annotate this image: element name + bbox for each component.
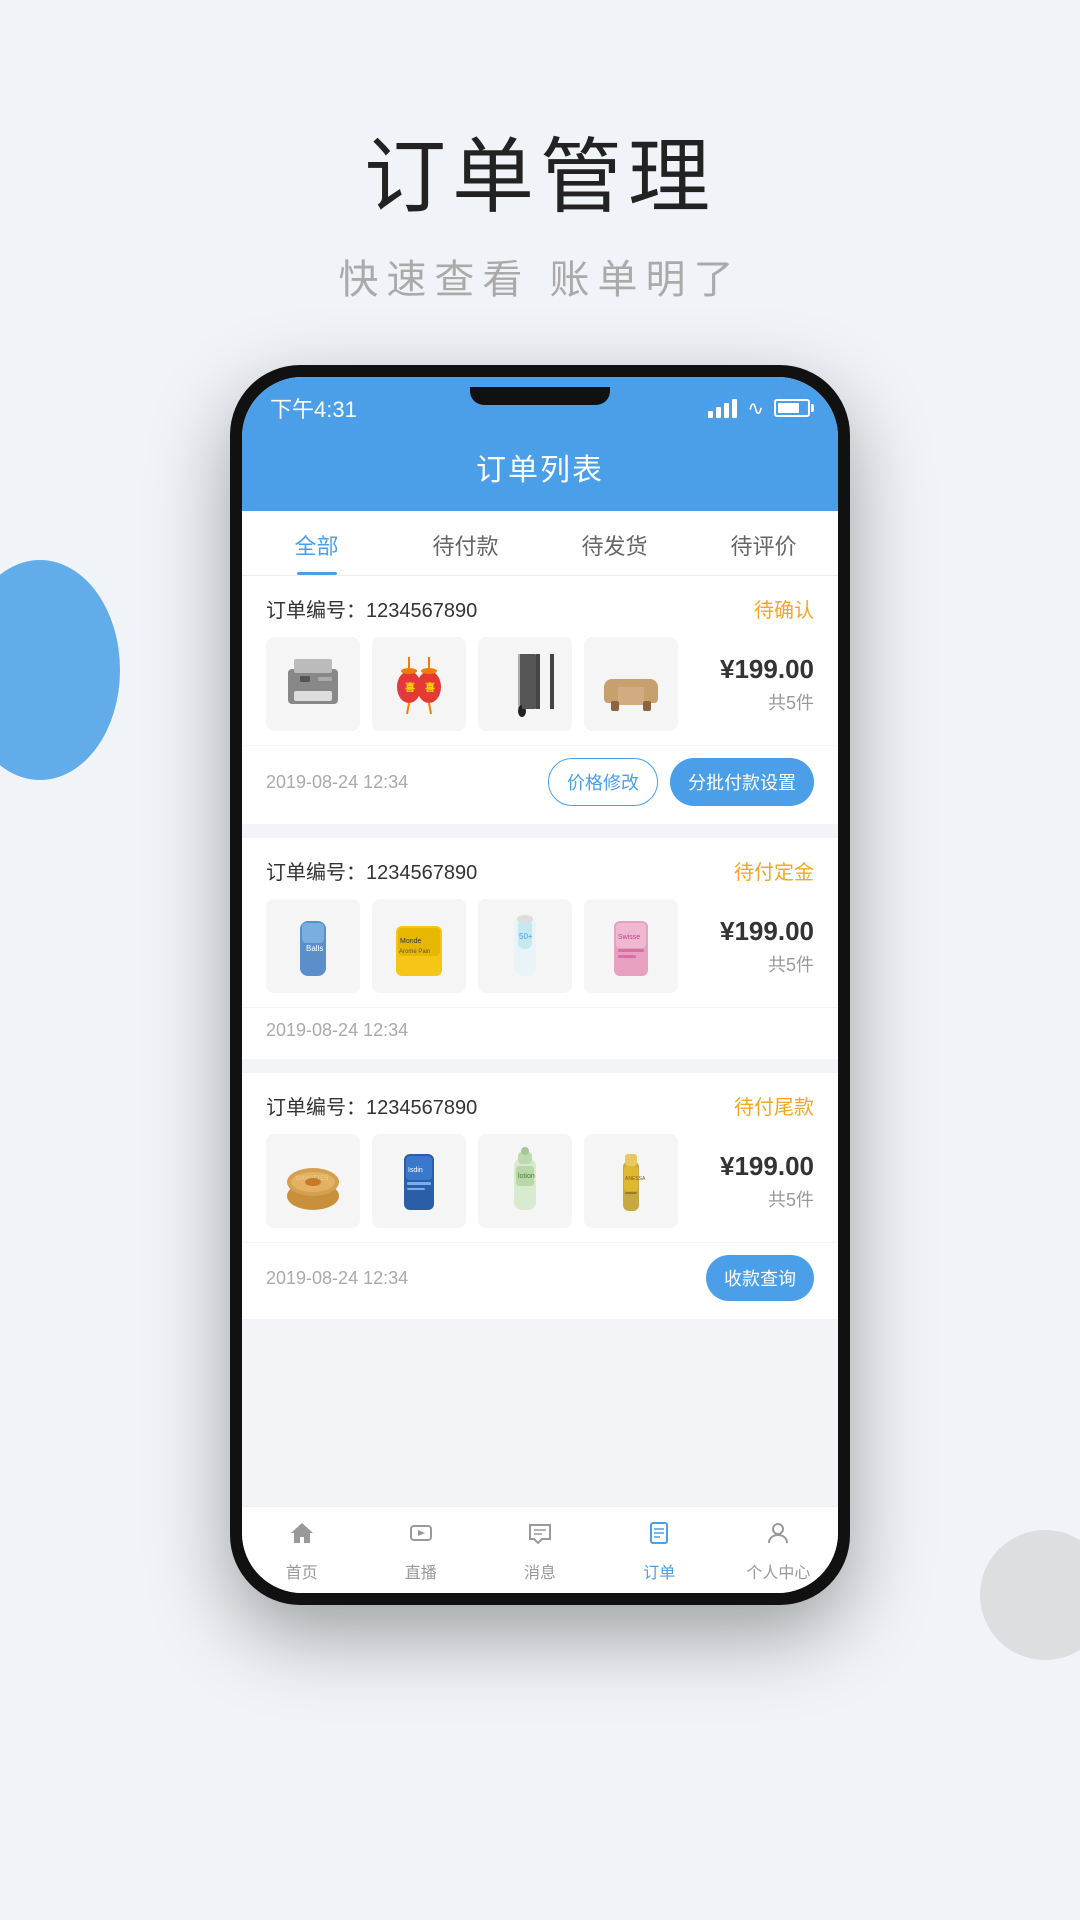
order-actions-3: 收款查询 <box>706 1255 814 1301</box>
order-number-2: 订单编号：1234567890 <box>266 856 477 885</box>
svg-text:ANESSA: ANESSA <box>625 1176 646 1182</box>
svg-text:喜: 喜 <box>425 681 435 694</box>
tab-pending-review[interactable]: 待评价 <box>689 511 838 575</box>
phone-mockup: 下午4:31 ∿ 订单列表 <box>230 365 850 1605</box>
product-images-1: 喜 喜 <box>242 637 838 745</box>
product-img-lantern: 喜 喜 <box>372 637 466 731</box>
product-img-sofa <box>584 637 678 731</box>
svg-text:喜: 喜 <box>405 681 415 694</box>
order-footer-2: 2019-08-24 12:34 <box>242 1007 838 1059</box>
battery-icon <box>774 399 810 417</box>
order-date-3: 2019-08-24 12:34 <box>266 1268 408 1289</box>
product-img-printer <box>266 637 360 731</box>
phone-screen: 下午4:31 ∿ 订单列表 <box>242 377 838 1593</box>
product-img-sunscreen: 50+ <box>478 899 572 993</box>
page-header: 订单管理 快速查看 账单明了 <box>0 0 1080 305</box>
phone-notch <box>470 387 610 405</box>
order-date-2: 2019-08-24 12:34 <box>266 1020 408 1041</box>
home-icon <box>288 1519 316 1554</box>
product-img-cookie: GAVOTTES <box>266 1134 360 1228</box>
price-info-3: ¥199.00 共5件 <box>720 1151 814 1212</box>
order-actions-1: 价格修改 分批付款设置 <box>548 758 814 806</box>
order-number-1: 订单编号：1234567890 <box>266 594 477 623</box>
svg-text:Balls: Balls <box>306 944 323 953</box>
product-images-3: GAVOTTES Isdin <box>242 1134 838 1242</box>
nav-label-profile: 个人中心 <box>746 1559 810 1583</box>
phone-wrapper: 下午4:31 ∿ 订单列表 <box>0 365 1080 1605</box>
product-img-blue-bottle: Isdin <box>372 1134 466 1228</box>
profile-icon <box>764 1519 792 1554</box>
page-subtitle: 快速查看 账单明了 <box>0 247 1080 305</box>
price-count-1: 共5件 <box>720 689 814 715</box>
nav-item-order[interactable]: 订单 <box>600 1519 719 1583</box>
order-number-3: 订单编号：1234567890 <box>266 1091 477 1120</box>
signal-icon <box>708 398 737 418</box>
message-icon <box>526 1519 554 1554</box>
nav-label-home: 首页 <box>286 1559 318 1583</box>
nav-label-message: 消息 <box>524 1559 556 1583</box>
price-count-2: 共5件 <box>720 951 814 977</box>
product-img-green-lotion: lotion <box>478 1134 572 1228</box>
price-amount-2: ¥199.00 <box>720 916 814 947</box>
collection-query-button[interactable]: 收款查询 <box>706 1255 814 1301</box>
price-amount-3: ¥199.00 <box>720 1151 814 1182</box>
order-status-2: 待付定金 <box>734 856 814 885</box>
product-img-brush <box>478 637 572 731</box>
live-icon <box>407 1519 435 1554</box>
tabs-bar: 全部 待付款 待发货 待评价 <box>242 511 838 576</box>
order-date-1: 2019-08-24 12:34 <box>266 772 408 793</box>
order-header-1: 订单编号：1234567890 待确认 <box>242 576 838 637</box>
price-info-1: ¥199.00 共5件 <box>720 654 814 715</box>
nav-item-message[interactable]: 消息 <box>480 1519 599 1583</box>
product-img-drink: Balls <box>266 899 360 993</box>
price-amount-1: ¥199.00 <box>720 654 814 685</box>
svg-text:50+: 50+ <box>519 932 533 941</box>
order-header-2: 订单编号：1234567890 待付定金 <box>242 838 838 899</box>
order-list: 订单编号：1234567890 待确认 <box>242 576 838 1506</box>
page-title: 订单管理 <box>0 110 1080 229</box>
order-status-1: 待确认 <box>754 594 814 623</box>
svg-text:lotion: lotion <box>518 1173 535 1180</box>
nav-label-order: 订单 <box>643 1559 675 1583</box>
order-status-3: 待付尾款 <box>734 1091 814 1120</box>
order-card-2: 订单编号：1234567890 待付定金 Balls <box>242 838 838 1059</box>
nav-item-profile[interactable]: 个人中心 <box>719 1519 838 1583</box>
tab-pending-ship[interactable]: 待发货 <box>540 511 689 575</box>
nav-label-live: 直播 <box>405 1559 437 1583</box>
tab-all[interactable]: 全部 <box>242 511 391 575</box>
price-info-2: ¥199.00 共5件 <box>720 916 814 977</box>
price-modify-button[interactable]: 价格修改 <box>548 758 658 806</box>
product-images-2: Balls Monde Arome Pain <box>242 899 838 1007</box>
nav-item-home[interactable]: 首页 <box>242 1519 361 1583</box>
app-header-title: 订单列表 <box>242 445 838 489</box>
product-img-gold-bottle: ANESSA <box>584 1134 678 1228</box>
tab-pending-payment[interactable]: 待付款 <box>391 511 540 575</box>
order-header-3: 订单编号：1234567890 待付尾款 <box>242 1073 838 1134</box>
order-card-3: 订单编号：1234567890 待付尾款 GAVOTTES <box>242 1073 838 1319</box>
svg-text:Monde: Monde <box>400 938 422 945</box>
price-count-3: 共5件 <box>720 1186 814 1212</box>
order-footer-3: 2019-08-24 12:34 收款查询 <box>242 1242 838 1319</box>
bottom-nav: 首页 直播 <box>242 1506 838 1593</box>
status-icons: ∿ <box>708 396 810 421</box>
svg-text:Isdin: Isdin <box>408 1167 423 1174</box>
svg-text:Arome Pain: Arome Pain <box>399 949 430 955</box>
wifi-icon: ∿ <box>747 396 764 421</box>
product-img-bag: Monde Arome Pain <box>372 899 466 993</box>
app-header: 订单列表 <box>242 429 838 511</box>
status-time: 下午4:31 <box>270 392 357 424</box>
order-footer-1: 2019-08-24 12:34 价格修改 分批付款设置 <box>242 745 838 824</box>
nav-item-live[interactable]: 直播 <box>361 1519 480 1583</box>
installment-button[interactable]: 分批付款设置 <box>670 758 814 806</box>
product-img-pink-box: Swisse <box>584 899 678 993</box>
svg-text:Swisse: Swisse <box>618 934 640 941</box>
order-card-1: 订单编号：1234567890 待确认 <box>242 576 838 824</box>
order-icon <box>645 1519 673 1554</box>
